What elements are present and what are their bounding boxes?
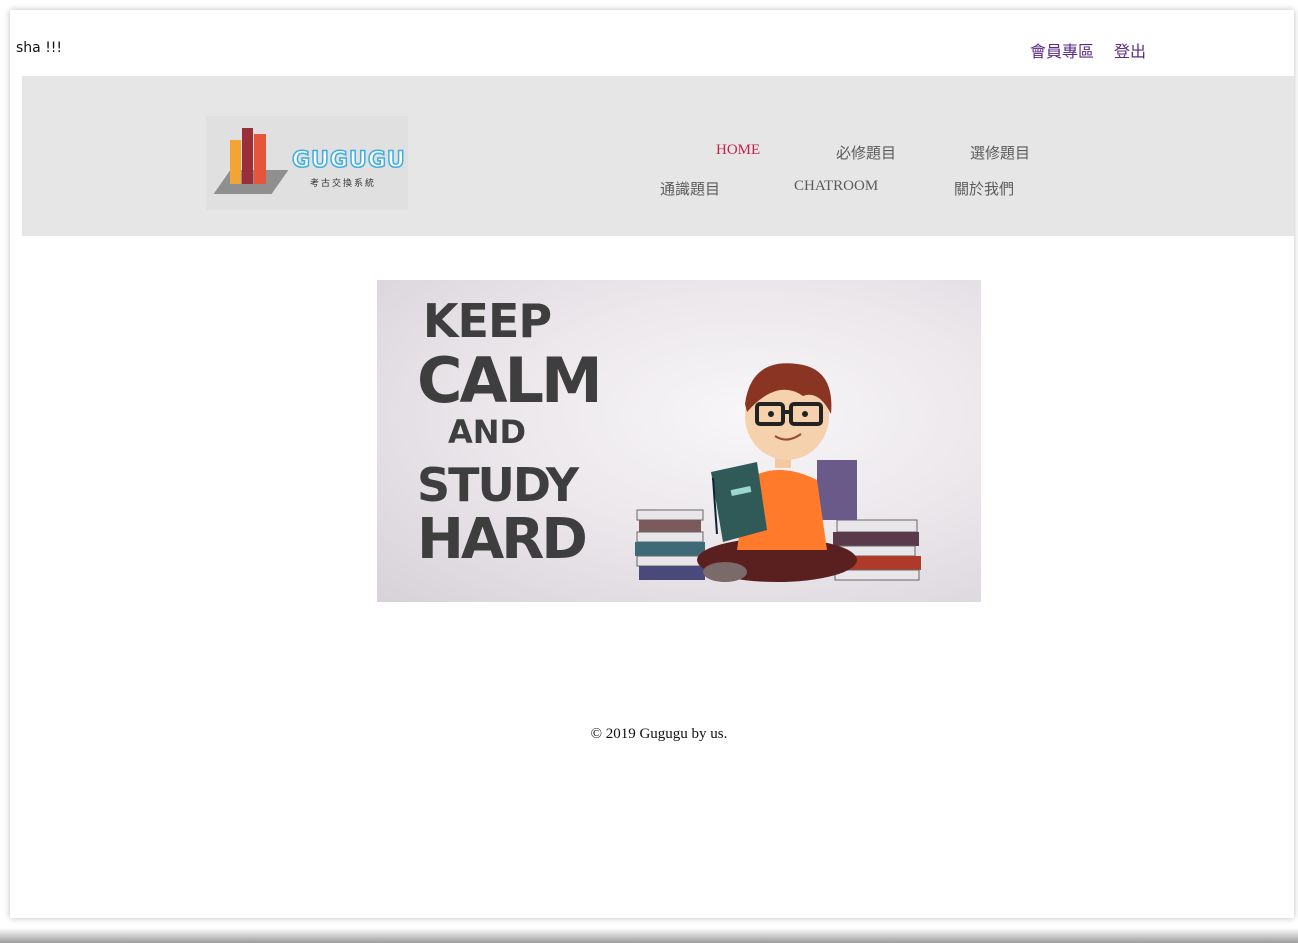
top-bar: sha !!! 會員專區 登出	[10, 24, 1294, 76]
logo-brand-text: GUGUGU	[291, 147, 406, 174]
greeting-text: sha !!!	[16, 40, 63, 56]
member-area-link[interactable]: 會員專區	[1030, 38, 1094, 62]
logout-link[interactable]: 登出	[1114, 38, 1146, 62]
logo-book-icon	[230, 140, 241, 184]
window-bottom-shadow	[0, 928, 1298, 943]
hero-banner: KEEP CALM AND STUDY HARD	[377, 280, 981, 602]
hero-line: KEEP	[422, 294, 552, 348]
hero-line: CALM	[417, 344, 603, 417]
hero-line: AND	[447, 413, 527, 451]
browser-window: sha !!! 會員專區 登出 GUGUGU 考古交換系統 HOME 必修題目 …	[10, 10, 1294, 918]
nav-general-questions[interactable]: 通識題目	[660, 178, 720, 199]
hero-line: HARD	[417, 507, 588, 572]
logo-tagline: 考古交換系統	[310, 179, 377, 189]
logo-book-icon	[242, 128, 253, 184]
nav-about-us[interactable]: 關於我們	[954, 178, 1014, 199]
nav-home[interactable]: HOME	[716, 142, 760, 159]
nav-chatroom[interactable]: CHATROOM	[794, 178, 878, 195]
logo-book-icon	[254, 134, 266, 184]
site-logo[interactable]: GUGUGU 考古交換系統	[206, 116, 408, 210]
footer-copyright: © 2019 Gugugu by us.	[590, 726, 728, 742]
nav-elective-questions[interactable]: 選修題目	[970, 142, 1030, 163]
account-links: 會員專區 登出	[1030, 38, 1146, 62]
keep-calm-text: KEEP CALM AND STUDY HARD	[417, 294, 603, 572]
nav-required-questions[interactable]: 必修題目	[836, 142, 896, 163]
hero-line: STUDY	[417, 458, 579, 512]
site-header: GUGUGU 考古交換系統 HOME 必修題目 選修題目 通識題目 CHATRO…	[22, 76, 1294, 236]
student-reading-illustration	[635, 363, 921, 582]
